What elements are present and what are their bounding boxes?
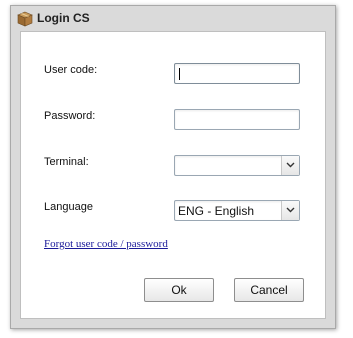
ok-button[interactable]: Ok	[144, 278, 214, 302]
dropdown-arrow[interactable]	[281, 156, 299, 175]
box-icon	[17, 11, 33, 27]
login-form: User code: Password: Terminal: Language …	[20, 31, 326, 319]
window-title: Login CS	[37, 11, 90, 25]
chevron-down-icon	[286, 162, 295, 168]
terminal-select[interactable]	[174, 155, 300, 176]
language-value: ENG - English	[178, 204, 255, 218]
language-select[interactable]: ENG - English	[174, 200, 300, 221]
user-code-label: User code:	[44, 64, 98, 76]
user-code-input[interactable]	[174, 63, 300, 84]
text-caret	[179, 68, 180, 80]
title-bar[interactable]: Login CS	[11, 6, 335, 29]
terminal-label: Terminal:	[44, 156, 89, 168]
cancel-button[interactable]: Cancel	[234, 278, 304, 302]
password-input[interactable]	[174, 109, 300, 130]
chevron-down-icon	[286, 207, 295, 213]
dropdown-arrow[interactable]	[281, 201, 299, 220]
language-label: Language	[44, 201, 93, 213]
forgot-credentials-link[interactable]: Forgot user code / password	[44, 238, 168, 250]
password-label: Password:	[44, 110, 96, 122]
login-dialog: Login CS User code: Password: Terminal: …	[10, 5, 336, 329]
